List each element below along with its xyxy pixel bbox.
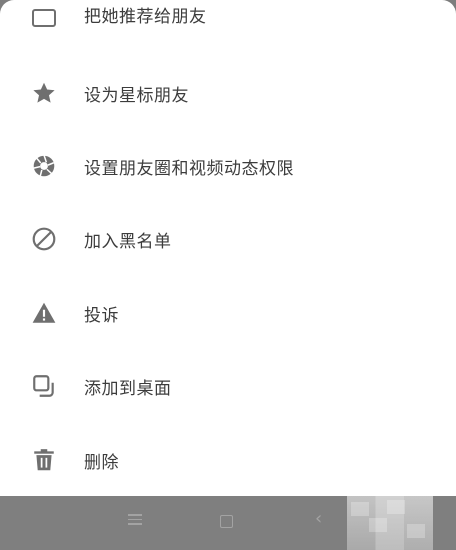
- menu-item-label: 设置朋友圈和视频动态权限: [84, 158, 294, 179]
- aperture-icon: [30, 152, 58, 180]
- menu-icon[interactable]: [128, 514, 142, 528]
- menu-item-label: 加入黑名单: [84, 231, 172, 252]
- menu-item-add-to-desktop[interactable]: 添加到桌面: [0, 361, 456, 411]
- menu-item-label: 投诉: [84, 305, 119, 326]
- menu-item-star-friend[interactable]: 设为星标朋友: [0, 68, 456, 118]
- warning-icon: [30, 299, 58, 327]
- pixelated-watermark: [347, 496, 433, 550]
- back-icon[interactable]: ‹: [315, 508, 322, 529]
- trash-icon: [30, 446, 58, 474]
- share-card-icon: [30, 3, 58, 31]
- menu-item-report[interactable]: 投诉: [0, 288, 456, 338]
- menu-item-label: 设为星标朋友: [84, 85, 189, 106]
- menu-item-label: 添加到桌面: [84, 378, 172, 399]
- menu-item-label: 把她推荐给朋友: [84, 7, 207, 27]
- action-sheet: 把她推荐给朋友 设为星标朋友 设置朋友圈和视频动态权限 加入黑名单 投诉 添加到…: [0, 0, 456, 496]
- block-icon: [30, 225, 58, 253]
- menu-item-moments-permission[interactable]: 设置朋友圈和视频动态权限: [0, 141, 456, 191]
- home-icon[interactable]: [220, 515, 233, 528]
- add-to-desktop-icon: [30, 372, 58, 400]
- menu-item-label: 删除: [84, 452, 119, 473]
- menu-item-delete[interactable]: 删除: [0, 435, 456, 485]
- menu-item-blacklist[interactable]: 加入黑名单: [0, 214, 456, 264]
- star-icon: [30, 79, 58, 107]
- menu-item-recommend[interactable]: 把她推荐给朋友: [0, 0, 456, 46]
